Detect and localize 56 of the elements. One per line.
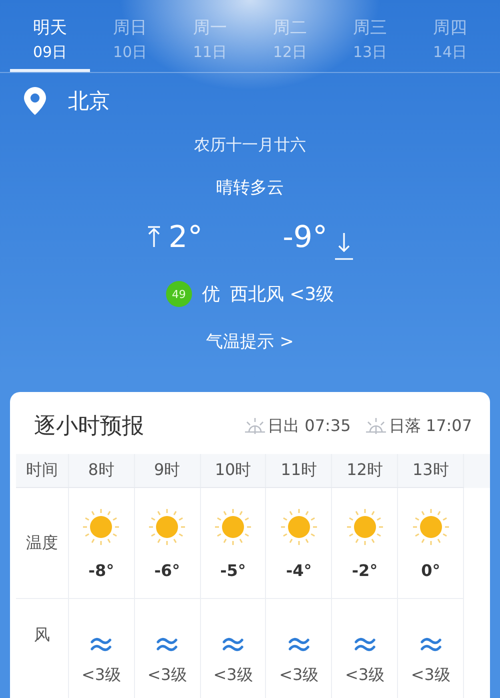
wind-level: <3级: [213, 665, 253, 686]
high-temperature: 2°: [168, 220, 203, 254]
day-tab[interactable]: 周三 13日: [330, 0, 410, 72]
wind-icon: [222, 635, 244, 653]
wind-icon: [420, 635, 442, 653]
hourly-temperature: 0°: [421, 560, 440, 580]
high-temp-arrow-icon: [146, 226, 162, 248]
sunset-icon: [364, 416, 387, 436]
sun-icon: [344, 506, 385, 546]
sunrise-icon: [244, 416, 266, 436]
hourly-temperature: -5°: [220, 560, 246, 580]
day-tab[interactable]: 周日 10日: [90, 0, 170, 72]
sun-icon: [147, 506, 188, 546]
weather-condition: 晴转多云: [216, 177, 284, 199]
wind-level: <3级: [410, 665, 450, 686]
wind-level: <3级: [81, 665, 122, 686]
low-temp-arrow-icon: [334, 231, 354, 261]
row-label: 风: [34, 625, 50, 644]
aqi-badge: 49: [166, 281, 192, 307]
wind-icon: [156, 635, 178, 653]
location-pin-icon: [24, 87, 46, 115]
hour-label: 9时: [154, 460, 180, 479]
hourly-forecast-title: 逐小时预报: [34, 413, 144, 441]
hourly-temperature: -6°: [154, 560, 180, 580]
wind-level: <3级: [344, 665, 385, 686]
sun-icon: [213, 506, 254, 546]
wind-level: <3级: [147, 665, 187, 686]
wind-icon: [288, 635, 310, 653]
hour-label: 8时: [88, 460, 114, 479]
hourly-temperature: -2°: [352, 560, 378, 580]
sun-icon: [410, 506, 451, 546]
low-temperature: -9°: [282, 220, 328, 254]
hour-label: 10时: [214, 460, 252, 479]
hourly-temperature: -8°: [88, 560, 114, 580]
hour-label: 13时: [412, 460, 449, 479]
wind-level: <3级: [279, 665, 319, 686]
lunar-date: 农历十一月廿六: [194, 135, 306, 156]
sun-icon: [81, 506, 122, 546]
row-label: 时间: [26, 460, 58, 479]
hourly-temperature: -4°: [286, 560, 312, 580]
day-tab[interactable]: 明天 09日: [10, 0, 90, 72]
sun-icon: [278, 506, 319, 546]
hour-label: 11时: [280, 460, 318, 479]
day-tab[interactable]: 周一 11日: [170, 0, 250, 72]
wind-icon: [90, 635, 112, 653]
day-tab[interactable]: 周二 12日: [250, 0, 330, 72]
temperature-tip-link[interactable]: 气温提示 >: [200, 329, 300, 354]
sunrise-time: 日出 07:35: [268, 416, 351, 436]
sunset-time: 日落 17:07: [388, 416, 472, 436]
wind-info: 西北风 <3级: [230, 283, 334, 306]
air-quality-level: 优: [202, 283, 220, 306]
day-tab[interactable]: 周四 14日: [410, 0, 490, 72]
wind-icon: [354, 635, 376, 653]
row-label: 温度: [26, 532, 58, 552]
city-name[interactable]: 北京: [68, 87, 110, 115]
hour-label: 12时: [346, 460, 383, 479]
